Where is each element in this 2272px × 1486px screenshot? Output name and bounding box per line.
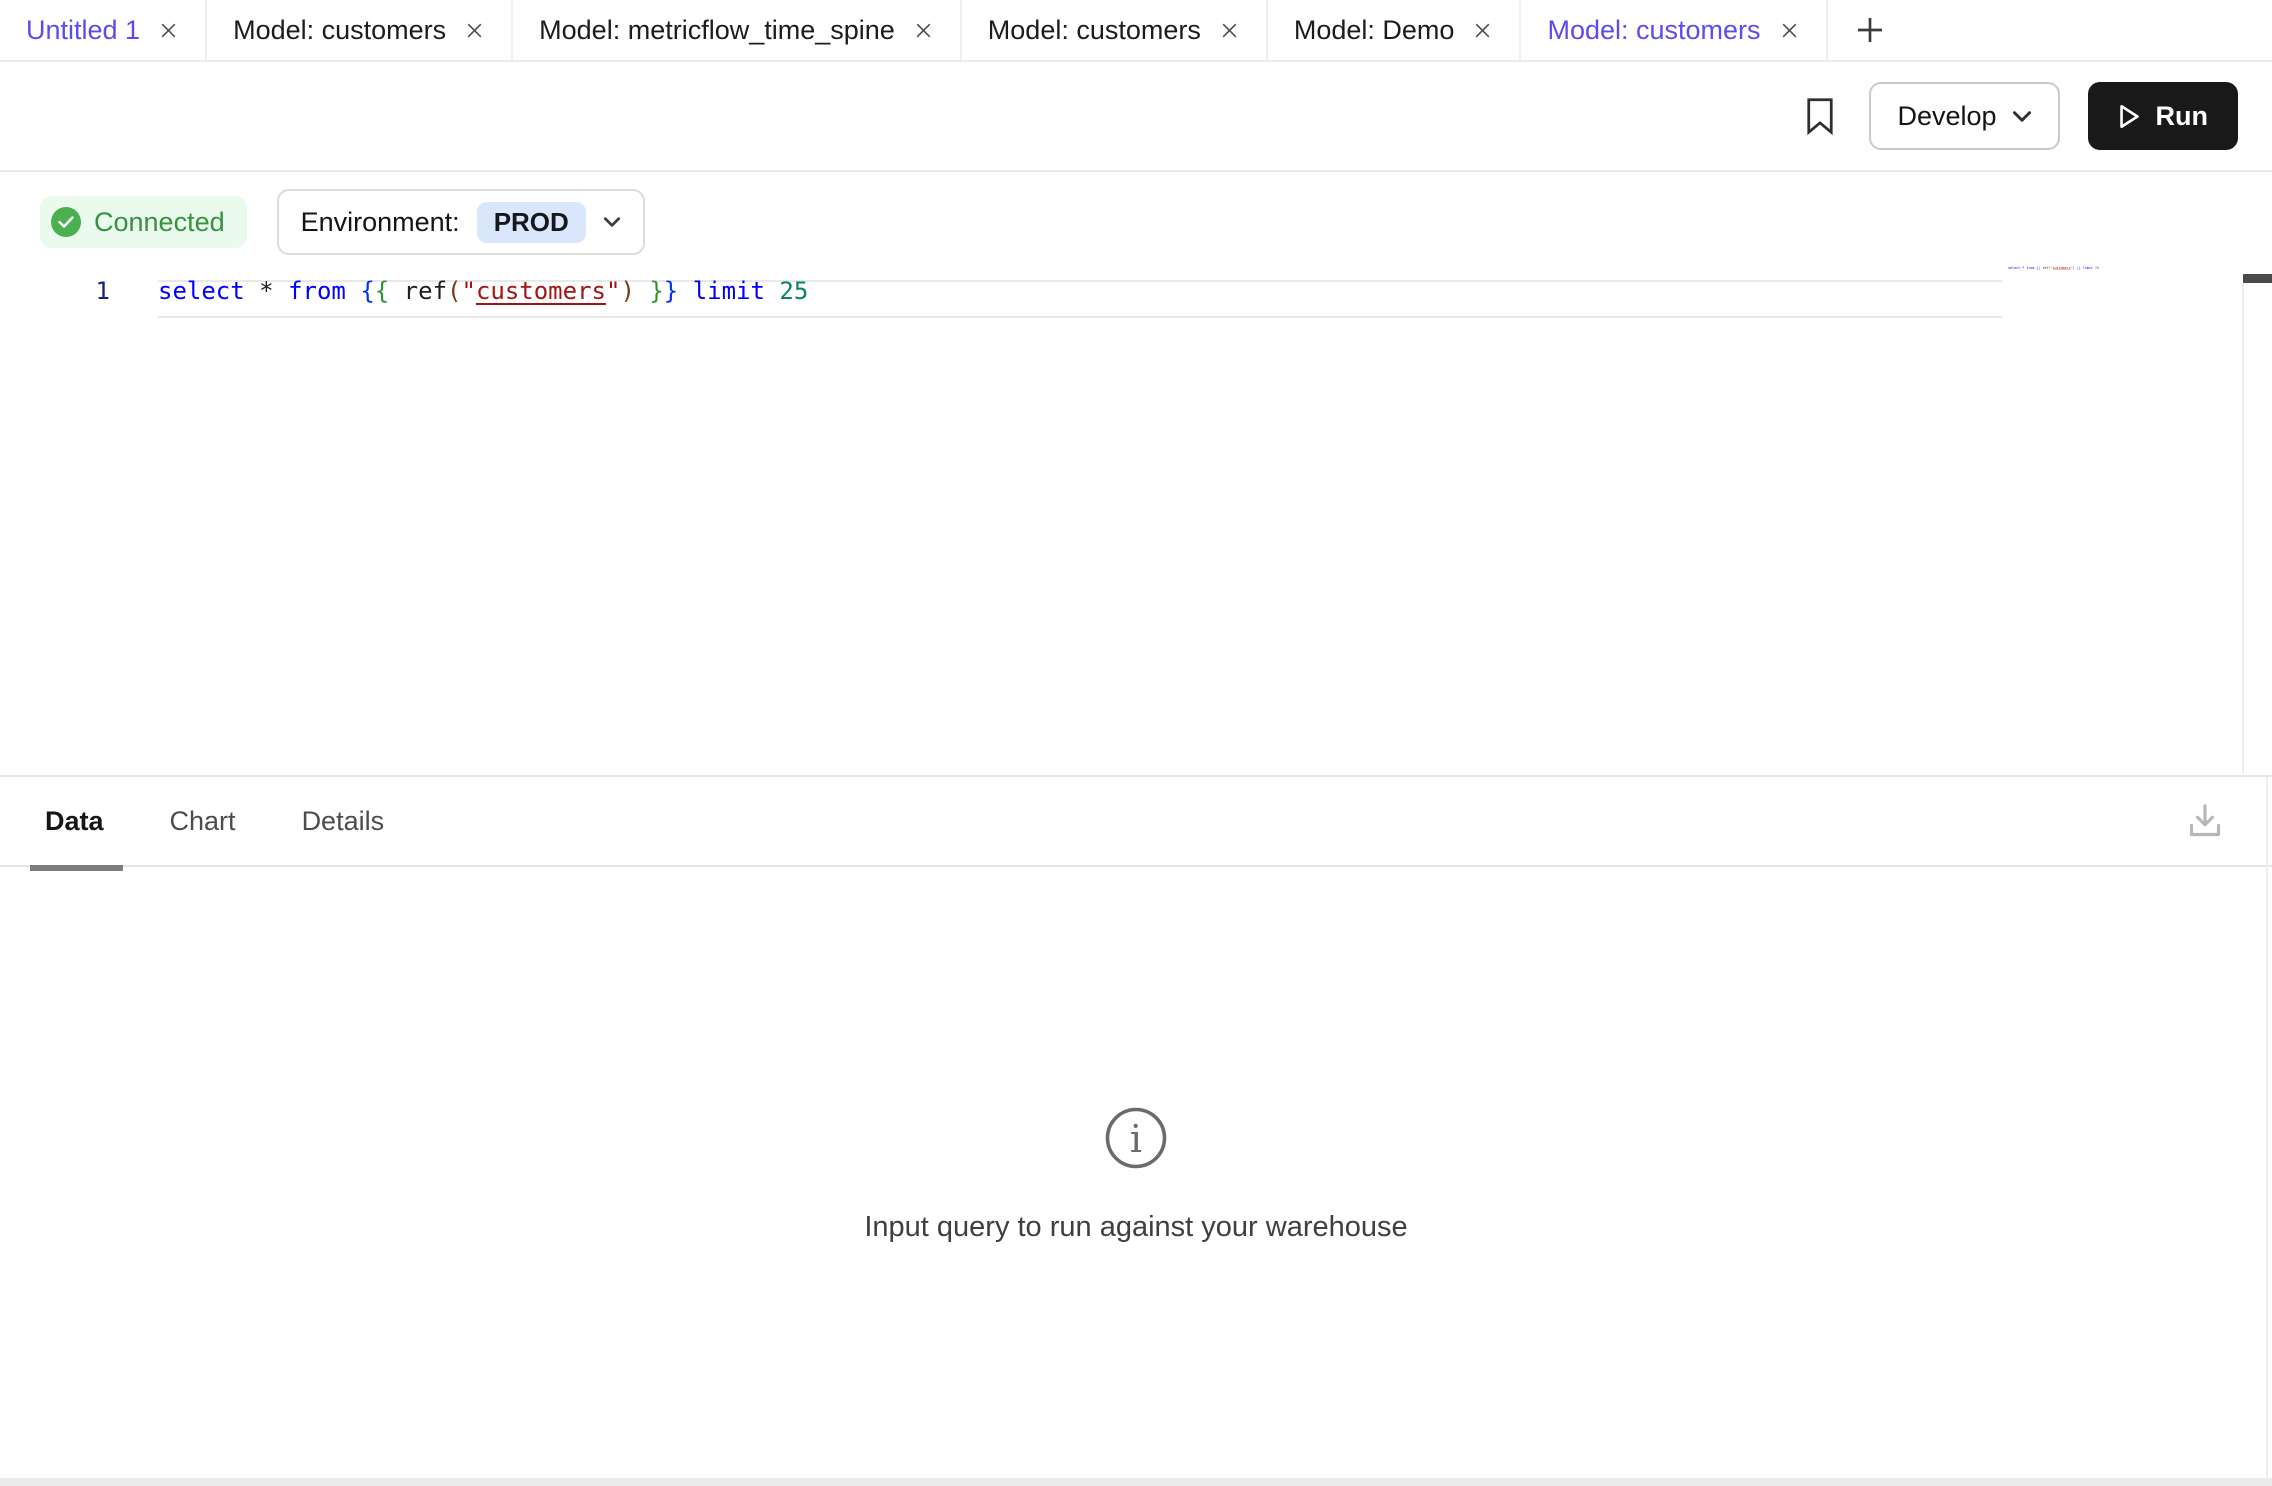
code-token	[245, 277, 259, 305]
code-token: *	[259, 277, 273, 305]
minimap-border	[2242, 284, 2244, 773]
code-token	[274, 277, 288, 305]
close-icon[interactable]	[913, 20, 934, 41]
tab-data[interactable]: Data	[45, 806, 104, 837]
code-token: limit	[2083, 266, 2093, 270]
code-line-1[interactable]: 1 select * from {{ ref("customers") }} l…	[0, 272, 2272, 310]
connection-status-badge: Connected	[40, 196, 247, 248]
results-tab-bar: Data Chart Details	[0, 777, 2272, 865]
close-icon[interactable]	[464, 20, 485, 41]
environment-selector[interactable]: Environment: PROD	[277, 189, 645, 255]
code-token: {	[360, 277, 374, 305]
info-circle-icon: i	[1104, 1106, 1168, 1175]
new-tab-button[interactable]	[1828, 0, 1912, 60]
toolbar: Develop Run	[0, 62, 2272, 172]
code-token	[389, 277, 403, 305]
code-token: customers	[2053, 266, 2071, 270]
code-token: (	[447, 277, 461, 305]
develop-button-label: Develop	[1897, 101, 1996, 132]
panel-scrollbar-track	[2266, 777, 2268, 1478]
code-token: }	[649, 277, 663, 305]
code-token: customers	[476, 277, 606, 305]
chevron-down-icon	[603, 216, 621, 228]
check-circle-icon	[51, 207, 81, 237]
tab-chart[interactable]: Chart	[170, 806, 236, 837]
close-icon[interactable]	[1779, 20, 1800, 41]
ide-window: Untitled 1 Model: customers Model: metri…	[0, 0, 2272, 1486]
code-token: select	[2008, 266, 2020, 270]
tab-label: Model: metricflow_time_spine	[539, 15, 895, 46]
code-token	[678, 277, 692, 305]
play-icon	[2118, 104, 2141, 129]
tab-model-customers-2[interactable]: Model: customers	[962, 0, 1268, 60]
code-token	[765, 277, 779, 305]
results-empty-state: i Input query to run against your wareho…	[0, 871, 2272, 1478]
tab-untitled-1[interactable]: Untitled 1	[0, 0, 207, 60]
code-token: }	[664, 277, 678, 305]
plus-icon	[1854, 14, 1886, 46]
connection-bar: Connected Environment: PROD	[0, 172, 2272, 264]
download-results-button[interactable]	[2184, 800, 2226, 842]
code-token: select	[158, 277, 245, 305]
code-text[interactable]: select * from {{ ref("customers") }} lim…	[158, 277, 808, 305]
tab-label: Model: customers	[988, 15, 1201, 46]
close-icon[interactable]	[1472, 20, 1493, 41]
download-icon	[2184, 800, 2226, 842]
environment-value-badge: PROD	[477, 202, 586, 243]
editor-scrollbar-thumb[interactable]	[2243, 274, 2272, 283]
code-token	[346, 277, 360, 305]
line-number: 1	[0, 277, 110, 305]
connection-status-label: Connected	[94, 207, 225, 238]
chevron-down-icon	[2012, 110, 2032, 123]
tab-label: Untitled 1	[26, 15, 140, 46]
empty-state-message: Input query to run against your warehous…	[864, 1211, 1407, 1244]
tab-model-demo[interactable]: Model: Demo	[1268, 0, 1522, 60]
editor-minimap[interactable]: select * from {{ ref("customers") }} lim…	[2008, 266, 2099, 270]
code-token: from	[2026, 266, 2034, 270]
tab-model-metricflow-time-spine[interactable]: Model: metricflow_time_spine	[513, 0, 962, 60]
tab-bar: Untitled 1 Model: customers Model: metri…	[0, 0, 2272, 62]
close-icon[interactable]	[158, 20, 179, 41]
code-token: )	[620, 277, 634, 305]
close-icon[interactable]	[1219, 20, 1240, 41]
active-tab-indicator	[30, 865, 123, 871]
minimap-code-line: select * from {{ ref("customers") }} lim…	[2008, 266, 2099, 270]
code-token	[635, 277, 649, 305]
code-token: 25	[2095, 266, 2099, 270]
tab-model-customers-1[interactable]: Model: customers	[207, 0, 513, 60]
bookmark-icon	[1805, 97, 1835, 135]
run-button-label: Run	[2156, 101, 2208, 132]
code-token: limit	[693, 277, 765, 305]
tab-details[interactable]: Details	[302, 806, 385, 837]
tab-label: Model: customers	[1547, 15, 1760, 46]
svg-text:i: i	[1130, 1117, 1142, 1161]
code-token: 25	[779, 277, 808, 305]
tab-label: Model: Demo	[1294, 15, 1455, 46]
results-panel: Data Chart Details i Input query to run …	[0, 775, 2272, 1478]
status-bar-edge	[0, 1478, 2272, 1486]
code-token: {	[375, 277, 389, 305]
sql-editor[interactable]: 1 select * from {{ ref("customers") }} l…	[0, 264, 2272, 775]
code-token: "	[606, 277, 620, 305]
bookmark-button[interactable]	[1805, 97, 1835, 135]
develop-dropdown-button[interactable]: Develop	[1869, 82, 2059, 150]
results-tabs-divider	[0, 865, 2272, 871]
code-token: from	[288, 277, 346, 305]
tab-model-customers-3[interactable]: Model: customers	[1521, 0, 1827, 60]
environment-label: Environment:	[301, 207, 460, 238]
code-token: "	[461, 277, 475, 305]
code-token: ref	[404, 277, 447, 305]
run-button[interactable]: Run	[2088, 82, 2238, 150]
tab-label: Model: customers	[233, 15, 446, 46]
